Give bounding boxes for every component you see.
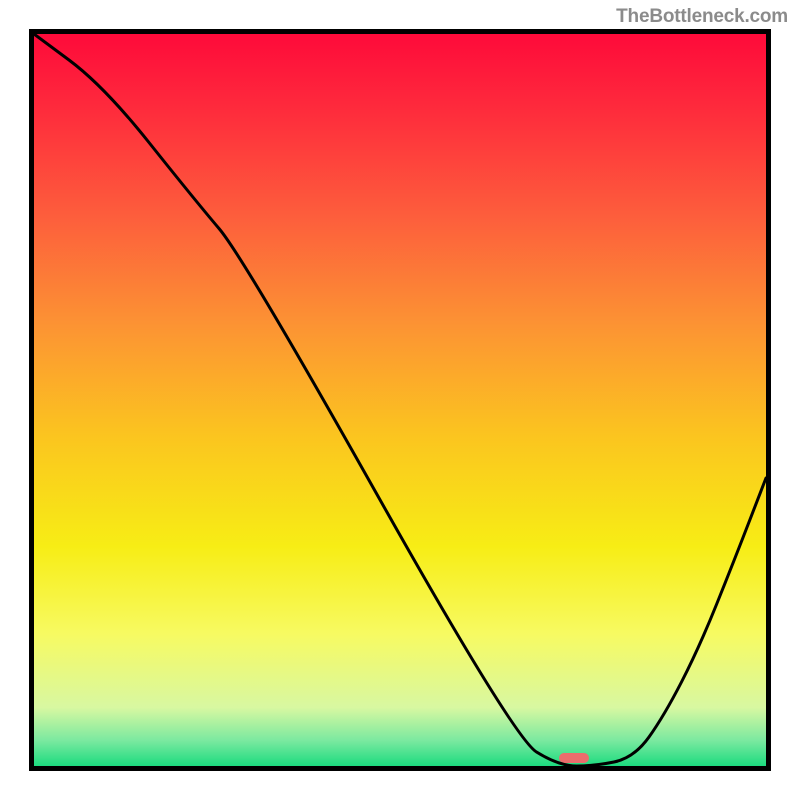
chart-frame [29, 29, 771, 771]
background-rect [34, 34, 766, 766]
plot-svg [34, 34, 766, 766]
chart-root: TheBottleneck.com [0, 0, 800, 800]
valley-highlight [559, 753, 589, 763]
watermark-text: TheBottleneck.com [616, 6, 788, 28]
